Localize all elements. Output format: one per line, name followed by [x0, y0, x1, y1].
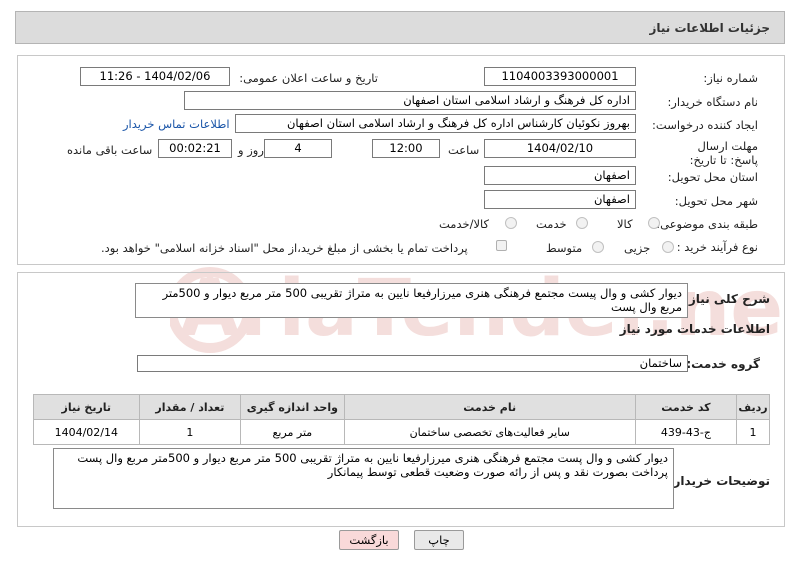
remaining-label: ساعت باقی مانده [67, 143, 153, 157]
buyer-notes-textarea[interactable]: دیوار کشی و وال پست مجتمع فرهنگی هنری می… [53, 448, 674, 509]
city-field[interactable]: اصفهان [484, 190, 636, 209]
buyer-label: نام دستگاه خریدار: [667, 95, 758, 109]
category-goods-service-label: کالا/خدمت [439, 217, 490, 231]
category-goods-label: کالا [617, 217, 633, 231]
treasury-payment-note: پرداخت تمام یا بخشی از مبلغ خرید،از محل … [101, 241, 468, 255]
services-table: ردیف کد خدمت نام خدمت واحد اندازه گیری ت… [33, 394, 770, 445]
table-row: 1 ج-43-439 سایر فعالیت‌های تخصصی ساختمان… [33, 419, 770, 445]
col-code: کد خدمت [634, 394, 738, 420]
city-label: شهر محل تحویل: [674, 194, 758, 208]
deadline-time-field[interactable]: 12:00 [372, 139, 440, 158]
buyer-field[interactable]: اداره کل فرهنگ و ارشاد اسلامی استان اصفه… [184, 91, 636, 110]
col-row: ردیف [736, 394, 770, 420]
cell-unit: متر مربع [240, 419, 345, 445]
process-minor-radio[interactable] [662, 241, 674, 253]
process-label: نوع فرآیند خرید : [676, 240, 758, 254]
remaining-field[interactable]: 00:02:21 [158, 139, 232, 158]
services-section-title: اطلاعات خدمات مورد نیاز [619, 322, 770, 336]
summary-textarea[interactable]: دیوار کشی و وال پیست مجتمع فرهنگی هنری م… [135, 283, 688, 318]
back-button[interactable]: بازگشت [339, 530, 399, 550]
summary-label: شرح کلی نیاز: [684, 292, 770, 306]
days-label: روز و [238, 143, 264, 157]
col-name: نام خدمت [343, 394, 636, 420]
treasury-payment-checkbox[interactable] [496, 240, 507, 251]
print-button[interactable]: چاپ [414, 530, 464, 550]
cell-name: سایر فعالیت‌های تخصصی ساختمان [343, 419, 636, 445]
category-goods-radio[interactable] [648, 217, 660, 229]
col-qty: تعداد / مقدار [138, 394, 242, 420]
deadline-label: مهلت ارسال پاسخ: تا تاریخ: [689, 139, 758, 167]
province-label: استان محل تحویل: [667, 170, 758, 184]
days-field[interactable]: 4 [264, 139, 332, 158]
announce-field[interactable]: 1404/02/06 - 11:26 [80, 67, 230, 86]
category-service-radio[interactable] [576, 217, 588, 229]
cell-code: ج-43-439 [634, 419, 738, 445]
contact-buyer-link[interactable]: اطلاعات تماس خریدار [123, 117, 230, 131]
panel-header: جزئیات اطلاعات نیاز [15, 11, 785, 44]
process-medium-radio[interactable] [592, 241, 604, 253]
creator-field[interactable]: بهروز نکوئیان کارشناس اداره کل فرهنگ و ا… [235, 114, 636, 133]
cell-row: 1 [736, 419, 770, 445]
need-details-box [17, 55, 785, 265]
col-unit: واحد اندازه گیری [240, 394, 345, 420]
service-group-label: گروه خدمت: [686, 357, 760, 371]
deadline-date-field[interactable]: 1404/02/10 [484, 139, 636, 158]
category-goods-service-radio[interactable] [505, 217, 517, 229]
col-date: تاریخ نیاز [33, 394, 140, 420]
category-service-label: خدمت [536, 217, 567, 231]
cell-date: 1404/02/14 [33, 419, 140, 445]
panel-title: جزئیات اطلاعات نیاز [649, 21, 770, 35]
process-minor-label: جزیی [624, 241, 651, 255]
cell-qty: 1 [138, 419, 242, 445]
process-medium-label: متوسط [546, 241, 583, 255]
service-group-field[interactable]: ساختمان [137, 355, 688, 372]
buyer-notes-label: توضیحات خریدار: [668, 474, 770, 488]
creator-label: ایجاد کننده درخواست: [652, 118, 758, 132]
category-label: طبقه بندی موضوعی: [656, 217, 758, 231]
hour-label: ساعت [448, 143, 480, 157]
need-number-label: شماره نیاز: [703, 71, 758, 85]
province-field[interactable]: اصفهان [484, 166, 636, 185]
announce-label: تاریخ و ساعت اعلان عمومی: [239, 71, 378, 85]
need-number-field[interactable]: 1104003393000001 [484, 67, 636, 86]
